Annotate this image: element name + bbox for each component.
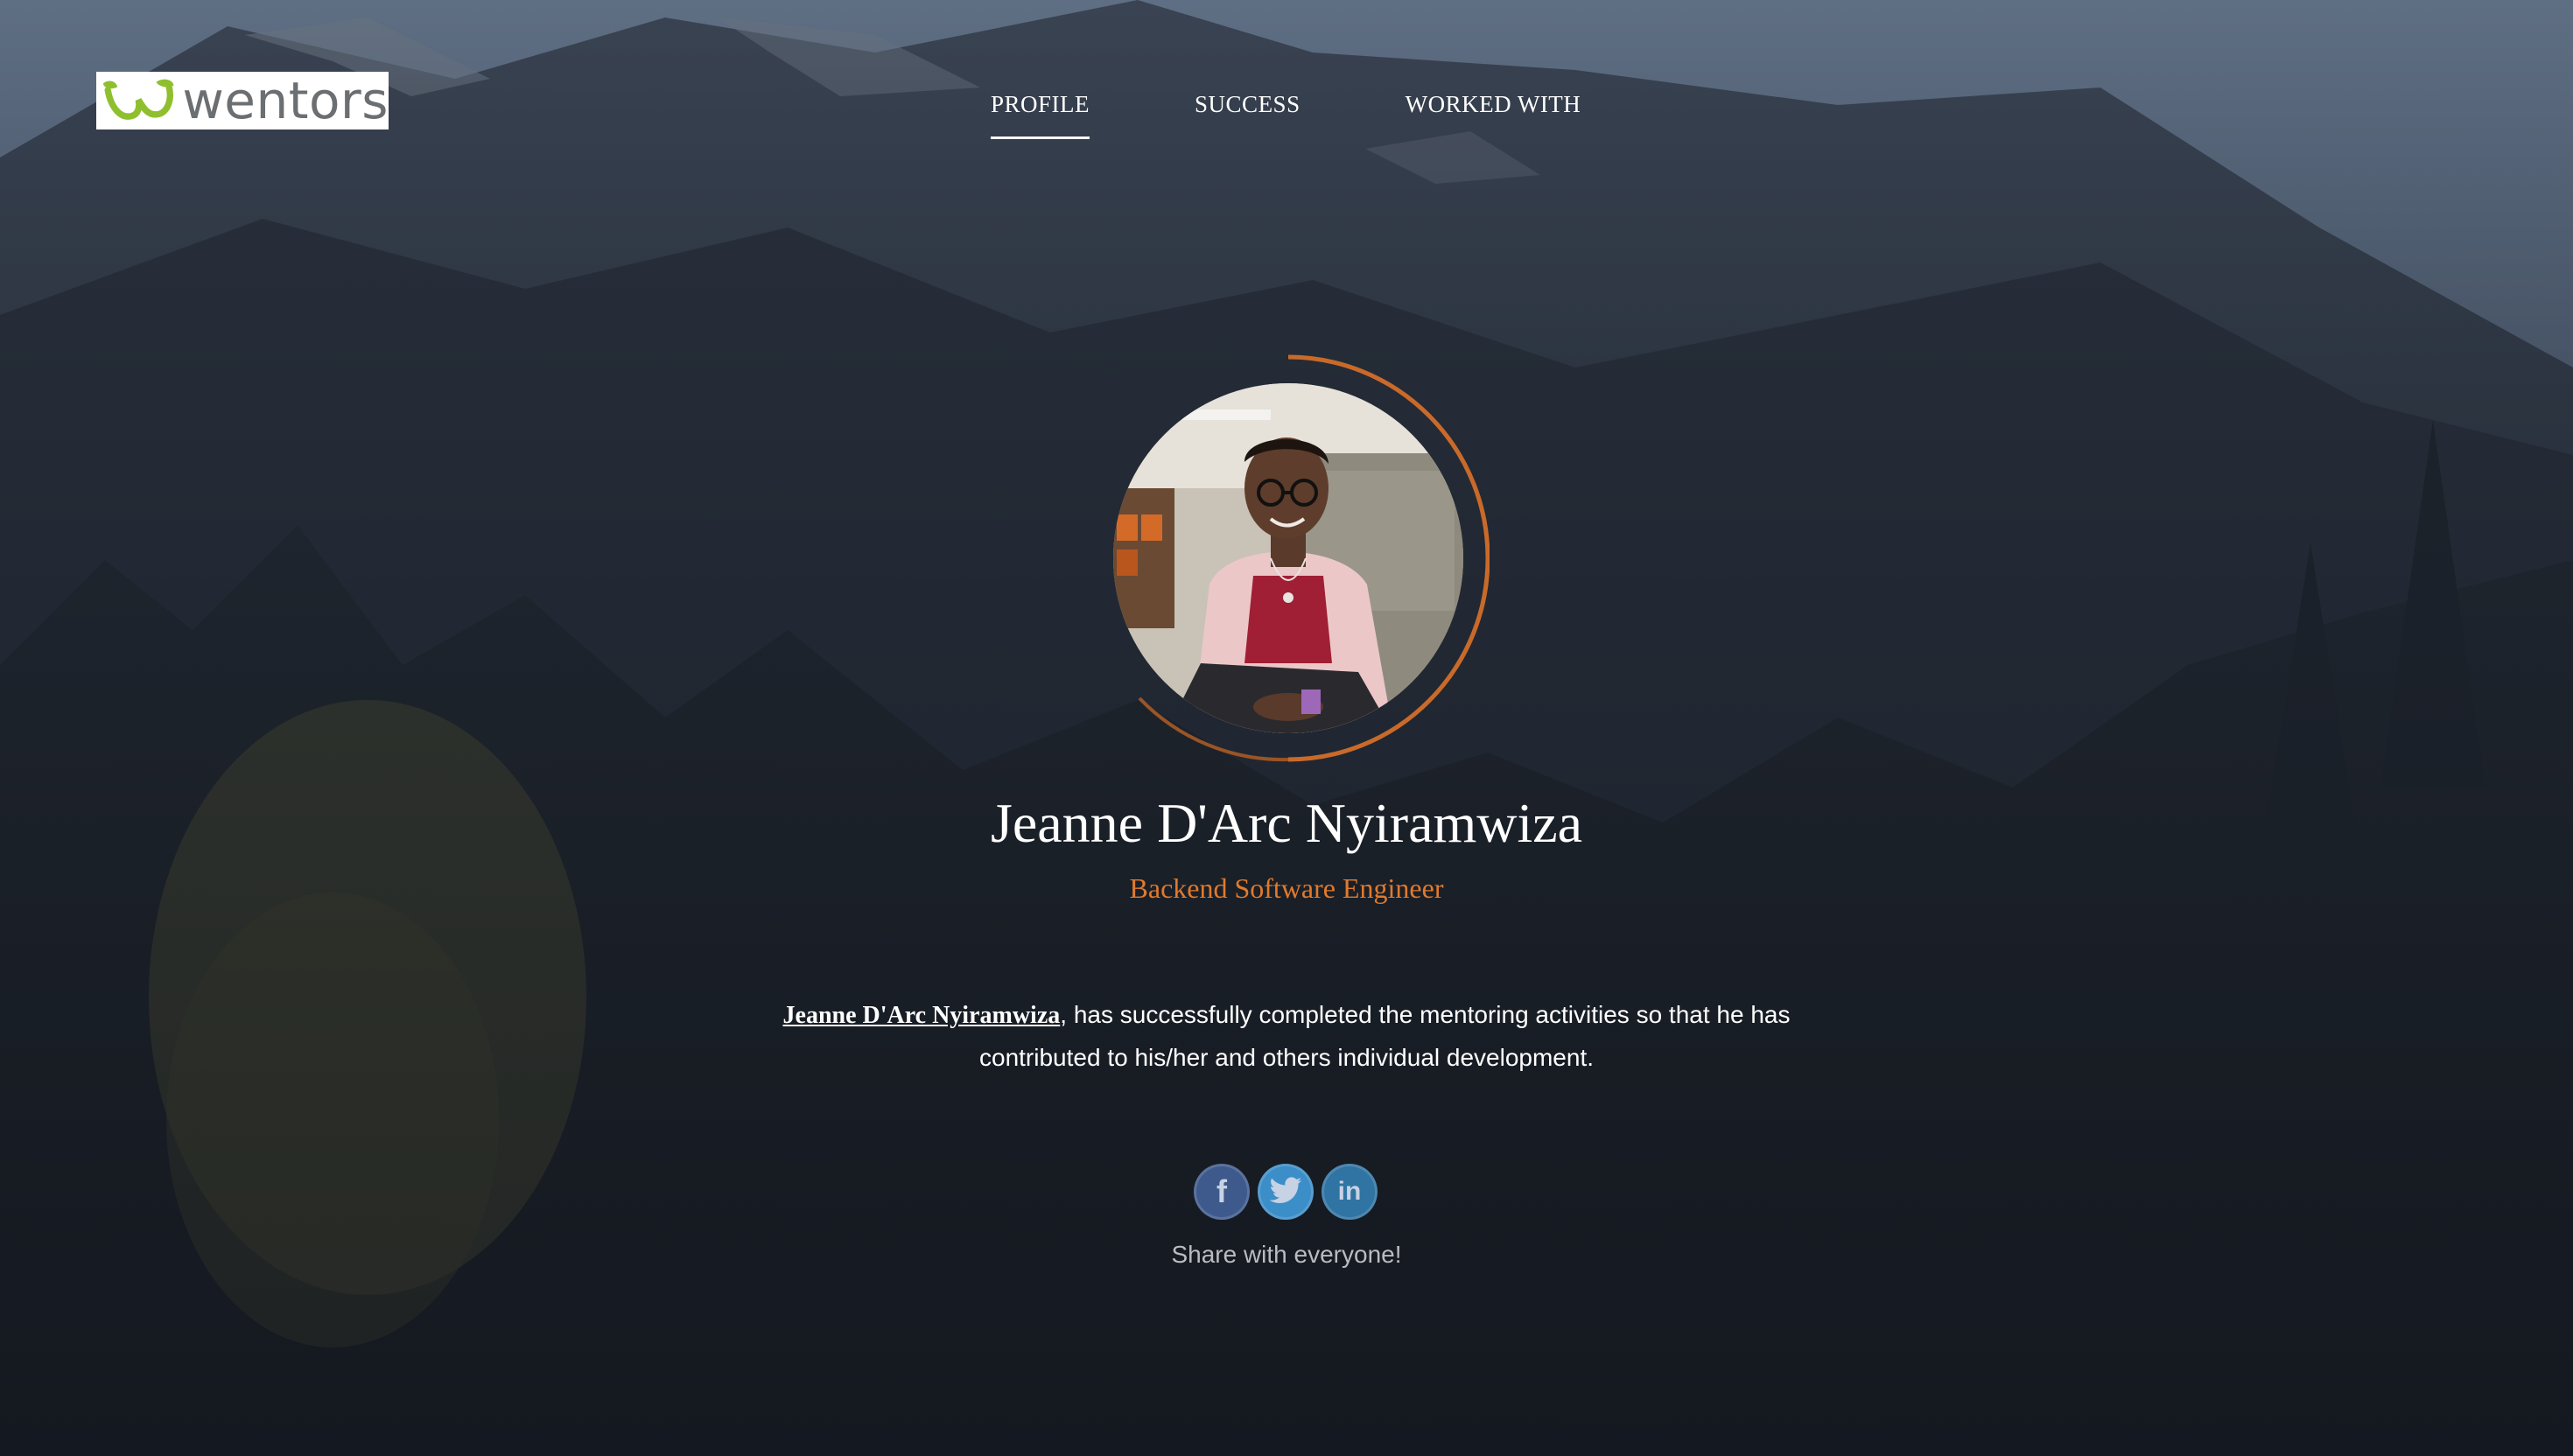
statement-text: , has successfully completed the mentori…: [979, 1001, 1791, 1071]
nav-worked-with[interactable]: WORKED WITH: [1406, 91, 1581, 139]
linkedin-share-button[interactable]: in: [1322, 1164, 1378, 1220]
avatar: [1113, 383, 1463, 733]
logo-text: wentors: [182, 71, 389, 130]
profile-name: Jeanne D'Arc Nyiramwiza: [990, 792, 1583, 854]
linkedin-icon: in: [1337, 1177, 1362, 1206]
wentors-logo[interactable]: wentors: [96, 72, 389, 130]
twitter-share-button[interactable]: [1258, 1164, 1314, 1220]
facebook-share-button[interactable]: f: [1194, 1164, 1250, 1220]
completion-statement: Jeanne D'Arc Nyiramwiza, has successfull…: [753, 994, 1820, 1079]
main-nav: PROFILE SUCCESS WORKED WITH: [991, 91, 1581, 139]
share-buttons: f in: [1194, 1164, 1378, 1220]
logo-leaf-icon: [102, 79, 174, 120]
twitter-icon: [1269, 1177, 1302, 1203]
nav-profile[interactable]: PROFILE: [991, 91, 1090, 139]
facebook-icon: f: [1216, 1173, 1227, 1209]
nav-success[interactable]: SUCCESS: [1195, 91, 1301, 139]
profile-avatar-block: [1087, 348, 1490, 768]
statement-name-link[interactable]: Jeanne D'Arc Nyiramwiza: [783, 1002, 1061, 1029]
profile-role: Backend Software Engineer: [1129, 872, 1444, 904]
share-label: Share with everyone!: [1171, 1241, 1402, 1268]
